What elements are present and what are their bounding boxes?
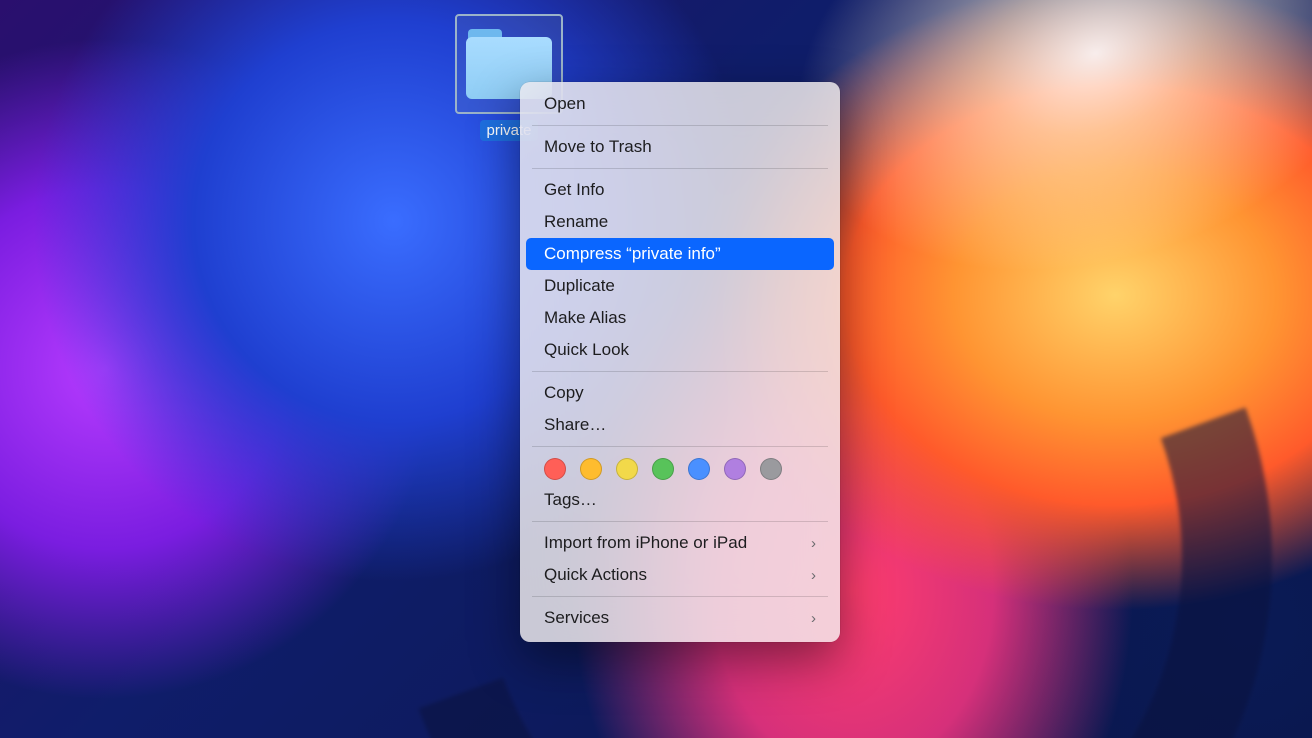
menu-services-label: Services xyxy=(544,608,609,628)
menu-quick-look-label: Quick Look xyxy=(544,340,629,360)
menu-quick-actions-label: Quick Actions xyxy=(544,565,647,585)
menu-separator xyxy=(532,446,828,447)
menu-services[interactable]: Services › xyxy=(526,602,834,634)
menu-move-to-trash[interactable]: Move to Trash xyxy=(526,131,834,163)
tag-dot-orange[interactable] xyxy=(580,458,602,480)
menu-compress[interactable]: Compress “private info” xyxy=(526,238,834,270)
menu-get-info-label: Get Info xyxy=(544,180,604,200)
menu-trash-label: Move to Trash xyxy=(544,137,652,157)
menu-copy[interactable]: Copy xyxy=(526,377,834,409)
menu-make-alias[interactable]: Make Alias xyxy=(526,302,834,334)
menu-rename-label: Rename xyxy=(544,212,608,232)
tag-dot-red[interactable] xyxy=(544,458,566,480)
menu-duplicate[interactable]: Duplicate xyxy=(526,270,834,302)
menu-copy-label: Copy xyxy=(544,383,584,403)
menu-tags-label: Tags… xyxy=(544,490,597,510)
menu-quick-look[interactable]: Quick Look xyxy=(526,334,834,366)
context-menu: Open Move to Trash Get Info Rename Compr… xyxy=(520,82,840,642)
menu-compress-label: Compress “private info” xyxy=(544,244,721,264)
chevron-right-icon: › xyxy=(811,567,816,584)
tag-dot-yellow[interactable] xyxy=(616,458,638,480)
menu-import-from-iphone-ipad[interactable]: Import from iPhone or iPad › xyxy=(526,527,834,559)
menu-get-info[interactable]: Get Info xyxy=(526,174,834,206)
menu-separator xyxy=(532,168,828,169)
desktop-wallpaper: private Open Move to Trash Get Info Rena… xyxy=(0,0,1312,738)
menu-share-label: Share… xyxy=(544,415,606,435)
tag-dot-green[interactable] xyxy=(652,458,674,480)
menu-duplicate-label: Duplicate xyxy=(544,276,615,296)
menu-share[interactable]: Share… xyxy=(526,409,834,441)
menu-import-label: Import from iPhone or iPad xyxy=(544,533,747,553)
menu-separator xyxy=(532,596,828,597)
menu-quick-actions[interactable]: Quick Actions › xyxy=(526,559,834,591)
menu-open-label: Open xyxy=(544,94,586,114)
chevron-right-icon: › xyxy=(811,535,816,552)
menu-separator xyxy=(532,521,828,522)
menu-separator xyxy=(532,125,828,126)
menu-open[interactable]: Open xyxy=(526,88,834,120)
menu-tags[interactable]: Tags… xyxy=(526,484,834,516)
menu-rename[interactable]: Rename xyxy=(526,206,834,238)
menu-make-alias-label: Make Alias xyxy=(544,308,626,328)
tag-dot-blue[interactable] xyxy=(688,458,710,480)
tag-dot-gray[interactable] xyxy=(760,458,782,480)
tag-dot-purple[interactable] xyxy=(724,458,746,480)
menu-tag-color-row xyxy=(526,452,834,484)
menu-separator xyxy=(532,371,828,372)
chevron-right-icon: › xyxy=(811,610,816,627)
